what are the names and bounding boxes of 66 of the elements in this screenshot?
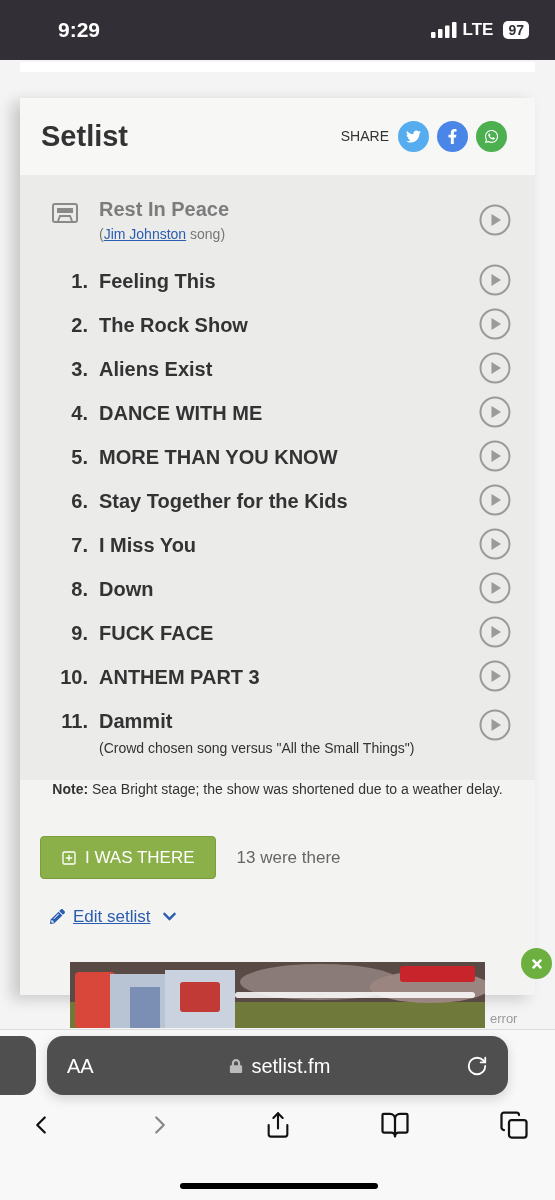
play-button[interactable]	[479, 572, 511, 604]
lock-icon	[229, 1058, 244, 1073]
song-number: 4.	[70, 401, 88, 425]
song-title: The Rock Show	[99, 313, 249, 337]
edit-setlist-link[interactable]: Edit setlist	[73, 904, 151, 930]
setlist-title: Setlist	[41, 118, 129, 154]
book-icon[interactable]	[380, 1110, 411, 1140]
play-button[interactable]	[479, 616, 511, 648]
close-icon	[529, 956, 544, 971]
song-title: Rest In Peace	[99, 197, 231, 221]
battery-level: 97	[503, 21, 529, 39]
clock-time: 9:29	[58, 17, 101, 44]
facebook-icon	[445, 129, 460, 144]
plus-icon	[61, 849, 77, 866]
play-button[interactable]	[479, 352, 511, 384]
bird-icon	[406, 129, 421, 144]
share-button[interactable]	[437, 121, 468, 152]
song-title: I Miss You	[99, 533, 198, 557]
song-title: FUCK FACE	[99, 621, 215, 645]
song-number: 6.	[70, 489, 88, 513]
song-title: Stay Together for the Kids	[99, 489, 349, 513]
song-title: MORE THAN YOU KNOW	[99, 445, 339, 469]
close-ad-button[interactable]	[521, 948, 552, 979]
pencil-icon	[50, 909, 65, 925]
play-button[interactable]	[479, 484, 511, 516]
play-button[interactable]	[479, 440, 511, 472]
play-button[interactable]	[479, 204, 511, 236]
song-number: 3.	[70, 357, 88, 381]
song-number: 1.	[70, 269, 88, 293]
play-button[interactable]	[479, 660, 511, 692]
song-title: ANTHEM PART 3	[99, 665, 261, 689]
ad-error-label: error	[490, 1011, 518, 1027]
song-number: 2.	[70, 313, 88, 337]
signal-icon	[430, 22, 457, 38]
song-title: Feeling This	[99, 269, 217, 293]
share-button[interactable]	[476, 121, 507, 152]
song-number: 11.	[60, 709, 88, 733]
cassette-icon	[52, 203, 78, 223]
song-title: Dammit	[99, 709, 174, 733]
artist-link[interactable]: Jim Johnston	[103, 226, 187, 242]
play-button[interactable]	[479, 308, 511, 340]
song-number: 5.	[70, 445, 88, 469]
play-button[interactable]	[479, 528, 511, 560]
play-button[interactable]	[479, 264, 511, 296]
network-label: LTE	[462, 19, 494, 42]
tabs-icon[interactable]	[499, 1110, 529, 1140]
share-button[interactable]	[398, 121, 429, 152]
song-info: (Jim Johnston song)	[99, 225, 227, 244]
song-number: 7.	[70, 533, 88, 557]
play-button[interactable]	[479, 709, 511, 741]
address-bar[interactable]: AA setlist.fm	[47, 1036, 508, 1095]
song-title: Down	[99, 577, 155, 601]
song-title: Aliens Exist	[99, 357, 214, 381]
text-size-button[interactable]: AA	[67, 1050, 94, 1081]
song-number: 9.	[70, 621, 88, 645]
share-label: SHARE	[340, 127, 389, 146]
song-title: DANCE WITH ME	[99, 401, 264, 425]
setlist-note: Note: Sea Bright stage; the show was shortened due to a weather delay.	[51, 780, 504, 799]
song-number: 8.	[70, 577, 88, 601]
phone-bubble-icon	[484, 129, 499, 144]
song-info: (Crowd chosen song versus "All the Small Things")	[99, 739, 416, 758]
reload-icon[interactable]	[466, 1054, 488, 1077]
url-text: setlist.fm	[251, 1053, 331, 1079]
song-number: 10.	[59, 665, 88, 689]
play-button[interactable]	[479, 396, 511, 428]
attendance-count: 13 were there	[236, 846, 341, 869]
